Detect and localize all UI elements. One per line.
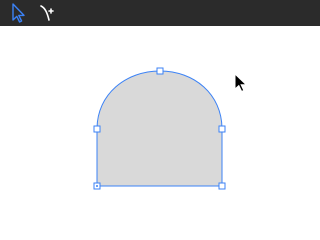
pen-tool-button[interactable] xyxy=(35,0,61,26)
mouse-cursor-icon xyxy=(234,73,248,93)
pen-add-icon xyxy=(40,5,54,21)
anchor-point-bottom-right[interactable] xyxy=(218,182,226,190)
anchor-point-top[interactable] xyxy=(156,67,164,75)
anchor-point-left[interactable] xyxy=(93,125,101,133)
canvas[interactable] xyxy=(0,26,320,240)
anchor-point-bottom-left-dot xyxy=(96,185,98,187)
anchor-point-right[interactable] xyxy=(218,125,226,133)
selection-tool-button[interactable] xyxy=(3,0,29,26)
toolbar xyxy=(0,0,320,26)
arch-shape[interactable] xyxy=(96,70,223,187)
canvas-drawing xyxy=(93,67,226,190)
arrow-pointer-icon xyxy=(12,3,25,23)
